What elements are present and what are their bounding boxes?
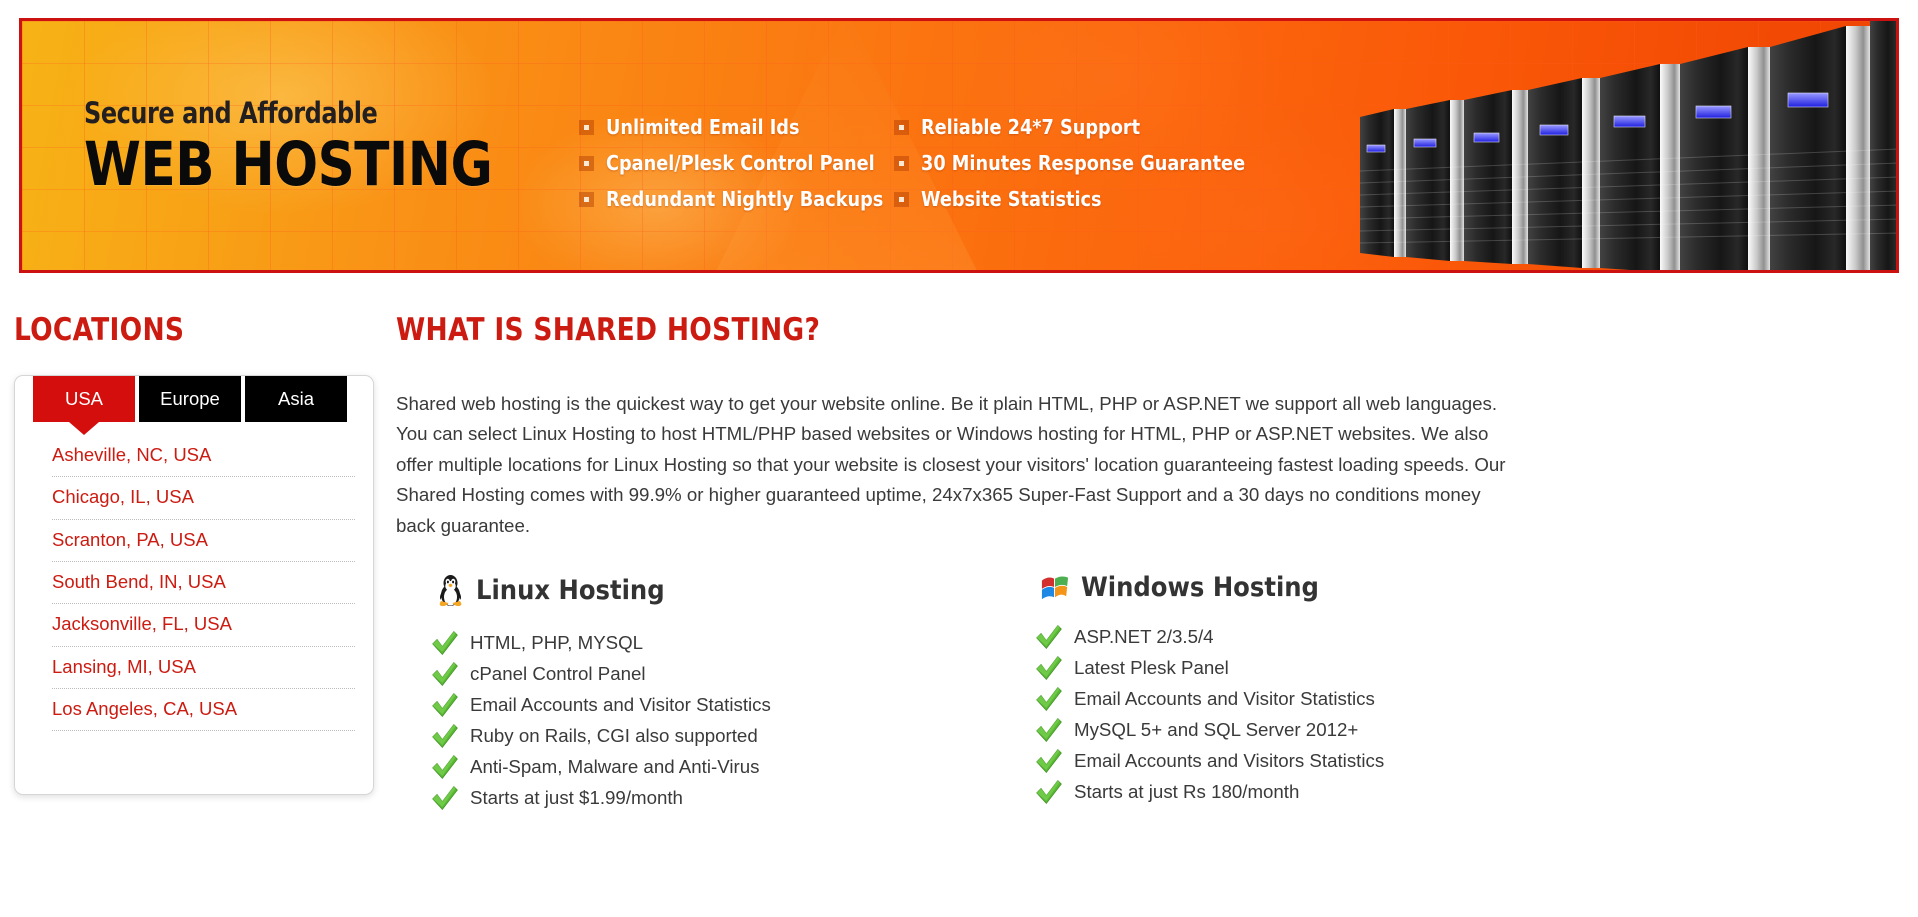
intro-paragraph: Shared web hosting is the quickest way t… [396,393,1506,536]
square-bullet-icon [894,155,909,171]
list-item: Email Accounts and Visitor Statistics [430,689,1000,720]
list-item: MySQL 5+ and SQL Server 2012+ [1034,714,1604,745]
feature-label: Anti-Spam, Malware and Anti-Virus [470,755,760,777]
feature-label: Ruby on Rails, CGI also supported [470,724,758,746]
feature-label: ASP.NET 2/3.5/4 [1074,625,1214,647]
feature-label: Latest Plesk Panel [1074,656,1229,678]
location-link[interactable]: Asheville, NC, USA [52,435,355,476]
list-item: Jacksonville, FL, USA [52,604,355,647]
list-item: HTML, PHP, MYSQL [430,627,1000,658]
square-bullet-icon [894,119,909,135]
green-check-icon [1034,747,1064,775]
green-check-icon [430,660,460,688]
green-check-icon [1034,685,1064,713]
linux-hosting-column: Linux Hosting HTML, PHP, MYSQL cPanel Co… [396,573,1000,813]
list-item: Latest Plesk Panel [1034,652,1604,683]
list-item: ASP.NET 2/3.5/4 [1034,621,1604,652]
location-link[interactable]: Los Angeles, CA, USA [52,689,355,730]
green-check-icon [1034,654,1064,682]
feature-label: HTML, PHP, MYSQL [470,631,644,653]
locations-card: USA Europe Asia Asheville, NC, USA Chica… [14,375,374,795]
locations-tablist: USA Europe Asia [15,376,373,422]
location-link[interactable]: Jacksonville, FL, USA [52,604,355,645]
banner-feature-item: Website Statistics [894,187,1259,211]
tab-usa[interactable]: USA [33,376,135,422]
list-item: Email Accounts and Visitor Statistics [1034,683,1604,714]
list-item: Lansing, MI, USA [52,647,355,690]
feature-label: MySQL 5+ and SQL Server 2012+ [1074,718,1359,740]
list-item: Email Accounts and Visitors Statistics [1034,745,1604,776]
banner-feature-label: Website Statistics [921,187,1102,211]
banner-feature-label: Reliable 24*7 Support [921,115,1141,139]
banner-feature-item: Unlimited Email Ids [579,115,895,139]
feature-label: Email Accounts and Visitor Statistics [470,693,771,715]
feature-label: cPanel Control Panel [470,662,646,684]
server-rack-illustration [1360,21,1896,270]
green-check-icon [430,722,460,750]
location-link[interactable]: Chicago, IL, USA [52,477,355,518]
green-check-icon [1034,623,1064,651]
banner-feature-item: Redundant Nightly Backups [579,187,895,211]
main-content: WHAT IS SHARED HOSTING? Shared web hosti… [396,315,1896,813]
banner-title: WEB HOSTING [84,129,493,200]
windows-hosting-title-row: Windows Hosting [1040,573,1604,601]
banner-headline-group: Secure and Affordable WEB HOSTING [84,96,518,200]
square-bullet-icon [894,191,909,207]
tux-penguin-icon [436,573,465,607]
location-link[interactable]: Lansing, MI, USA [52,647,355,688]
list-item: Scranton, PA, USA [52,520,355,563]
banner-feature-label: Unlimited Email Ids [606,115,800,139]
list-item: Starts at just $1.99/month [430,782,1000,813]
square-bullet-icon [579,119,594,135]
green-check-icon [1034,778,1064,806]
page-title: WHAT IS SHARED HOSTING? [396,312,821,348]
tab-europe[interactable]: Europe [139,376,241,422]
list-item: Los Angeles, CA, USA [52,689,355,732]
location-link[interactable]: Scranton, PA, USA [52,520,355,561]
tab-asia[interactable]: Asia [245,376,347,422]
hero-banner: Secure and Affordable WEB HOSTING Unlimi… [19,18,1899,273]
square-bullet-icon [579,155,594,171]
linux-hosting-title-row: Linux Hosting [436,573,1000,607]
list-item: Ruby on Rails, CGI also supported [430,720,1000,751]
banner-feature-item: Cpanel/Plesk Control Panel [579,151,895,175]
feature-label: Starts at just $1.99/month [470,786,683,808]
green-check-icon [1034,716,1064,744]
square-bullet-icon [579,191,594,207]
green-check-icon [430,691,460,719]
list-item: Asheville, NC, USA [52,435,355,478]
list-item: Starts at just Rs 180/month [1034,776,1604,807]
green-check-icon [430,784,460,812]
list-item: cPanel Control Panel [430,658,1000,689]
green-check-icon [430,629,460,657]
feature-label: Email Accounts and Visitor Statistics [1074,687,1375,709]
green-check-icon [430,753,460,781]
locations-list: Asheville, NC, USA Chicago, IL, USA Scra… [15,435,373,732]
banner-feature-label: Cpanel/Plesk Control Panel [606,151,875,175]
feature-label: Starts at just Rs 180/month [1074,780,1300,802]
banner-feature-label: Redundant Nightly Backups [606,187,884,211]
linux-hosting-title: Linux Hosting [476,574,665,606]
location-link[interactable]: South Bend, IN, USA [52,562,355,603]
banner-feature-list-left: Unlimited Email Ids Cpanel/Plesk Control… [579,115,895,211]
list-item: Anti-Spam, Malware and Anti-Virus [430,751,1000,782]
server-rack-svg [1360,21,1896,270]
windows-hosting-column: Windows Hosting ASP.NET 2/3.5/4 Latest P… [1000,573,1604,813]
list-item: South Bend, IN, USA [52,562,355,605]
locations-heading: LOCATIONS [14,312,185,348]
linux-feature-list: HTML, PHP, MYSQL cPanel Control Panel Em… [396,627,1000,813]
banner-subtitle: Secure and Affordable [84,96,378,130]
banner-feature-item: Reliable 24*7 Support [894,115,1259,139]
windows-feature-list: ASP.NET 2/3.5/4 Latest Plesk Panel Email… [1000,621,1604,807]
banner-feature-list-right: Reliable 24*7 Support 30 Minutes Respons… [894,115,1259,211]
feature-label: Email Accounts and Visitors Statistics [1074,749,1385,771]
list-item: Chicago, IL, USA [52,477,355,520]
banner-feature-label: 30 Minutes Response Guarantee [921,151,1246,175]
banner-feature-item: 30 Minutes Response Guarantee [894,151,1259,175]
hosting-plan-columns: Linux Hosting HTML, PHP, MYSQL cPanel Co… [396,573,1896,813]
locations-sidebar: LOCATIONS USA Europe Asia Asheville, NC,… [14,315,376,795]
windows-hosting-title: Windows Hosting [1081,571,1319,603]
windows-flag-icon [1040,573,1070,601]
